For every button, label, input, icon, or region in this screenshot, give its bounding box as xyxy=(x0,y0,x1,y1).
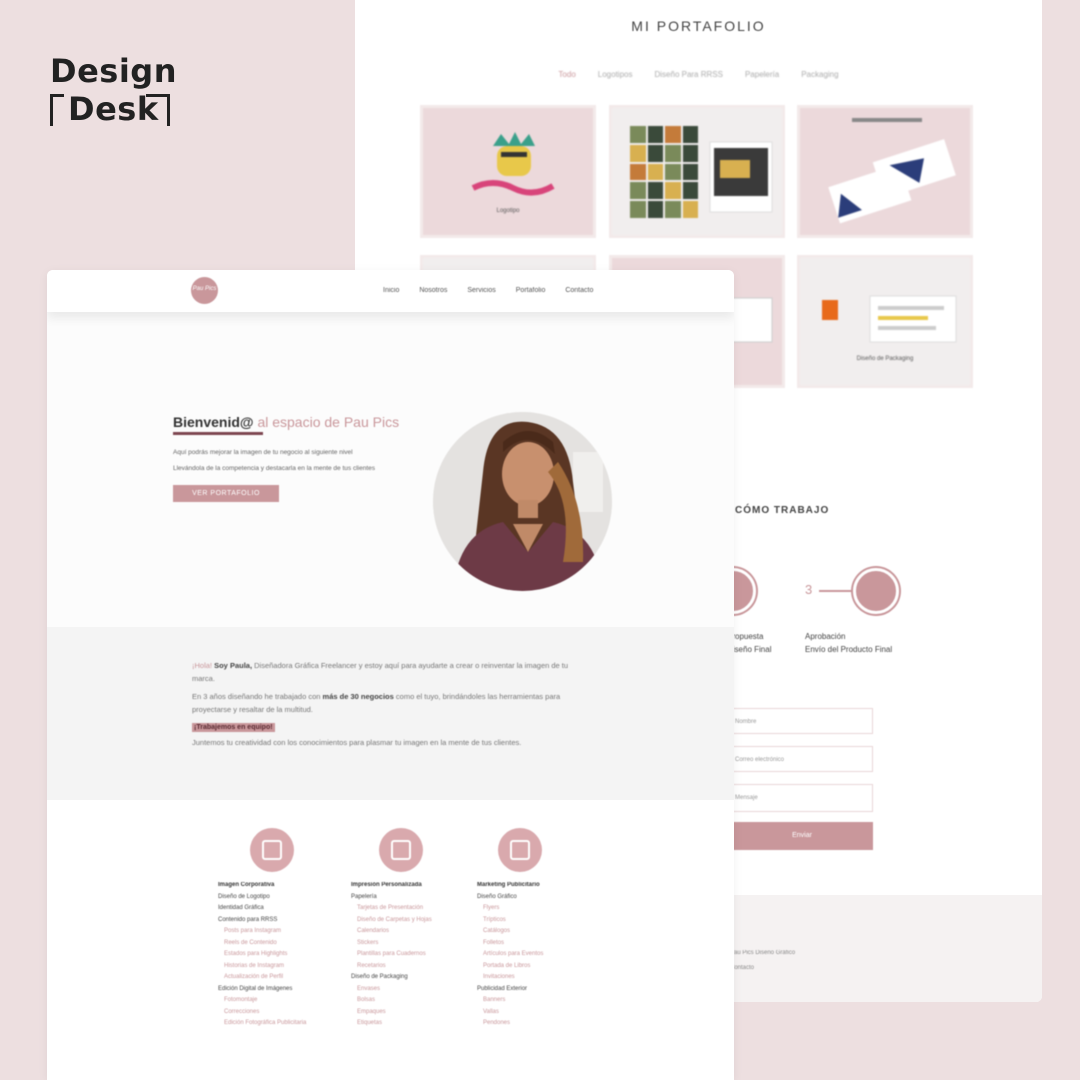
brand-bracket-top-left xyxy=(50,94,64,97)
portfolio-tile-rrss[interactable] xyxy=(609,105,785,238)
pau-pics-logo[interactable]: Pau Pics xyxy=(191,277,218,304)
hero-title-underline xyxy=(173,432,263,435)
about-paragraph-2: En 3 años diseñando he trabajado con más… xyxy=(192,692,561,714)
nav-nosotros[interactable]: Nosotros xyxy=(419,287,447,294)
filter-papeleria[interactable]: Papelería xyxy=(745,70,779,79)
home-nav: Inicio Nosotros Servicios Portafolio Con… xyxy=(383,287,593,294)
nav-inicio[interactable]: Inicio xyxy=(383,287,399,294)
service-column-print: Impresión Personalizada Papelería Tarjet… xyxy=(351,882,432,1026)
step-connector xyxy=(819,590,853,592)
step-3-icon xyxy=(853,568,899,614)
tile-caption: Diseño de Packaging xyxy=(856,356,914,362)
portfolio-title: MI PORTAFOLIO xyxy=(631,18,766,34)
brand-line1: Design xyxy=(50,52,177,90)
pineapple-logo-image xyxy=(471,132,555,196)
filter-logotipos[interactable]: Logotipos xyxy=(598,70,633,79)
filter-rrss[interactable]: Diseño Para RRSS xyxy=(654,70,722,79)
business-cards-image xyxy=(828,118,956,224)
hero-text-2: Llevándola de la competencia y destacarl… xyxy=(173,465,375,472)
corporate-image-icon xyxy=(250,828,294,872)
filter-packaging[interactable]: Packaging xyxy=(801,70,838,79)
name-field[interactable]: Nombre xyxy=(731,708,873,734)
portfolio-filter-nav: Todo Logotipos Diseño Para RRSS Papelerí… xyxy=(355,70,1042,79)
logo-text: Pau Pics xyxy=(192,286,217,292)
service-column-corporate: Imagen Corporativa Diseño de Logotipo Id… xyxy=(218,882,307,1026)
nav-servicios[interactable]: Servicios xyxy=(467,287,495,294)
message-field[interactable]: Mensaje xyxy=(731,784,873,812)
tile-caption: Logotipo xyxy=(496,208,520,214)
view-portfolio-button[interactable]: VER PORTAFOLIO xyxy=(173,485,279,502)
filter-todo[interactable]: Todo xyxy=(558,70,575,79)
team-up-tag: ¡Trabajemos en equipo! xyxy=(192,723,275,732)
design-desk-logo: Design Desk xyxy=(50,52,177,130)
portfolio-tile-logo[interactable]: Logotipo xyxy=(420,105,596,238)
about-section: ¡Hola! Soy Paula, Diseñadora Gráfica Fre… xyxy=(47,627,734,800)
hero-title: Bienvenid@ al espacio de Pau Pics xyxy=(173,414,400,430)
about-paragraph-1: ¡Hola! Soy Paula, Diseñadora Gráfica Fre… xyxy=(192,661,569,683)
submit-button[interactable]: Enviar xyxy=(731,822,873,850)
packaging-image xyxy=(822,295,957,343)
phone-mockup-image xyxy=(709,141,773,213)
brand-line2: Desk xyxy=(68,90,159,128)
portfolio-tile-cards[interactable] xyxy=(797,105,973,238)
step-3-number: 3 xyxy=(805,582,813,597)
portfolio-tile-packaging[interactable]: Diseño de Packaging xyxy=(797,255,973,388)
hero-section: Bienvenid@ al espacio de Pau Pics Aquí p… xyxy=(47,312,734,627)
email-field[interactable]: Correo electrónico xyxy=(731,746,873,772)
footer-line1: Pau Pics Diseño Gráfico xyxy=(730,950,796,956)
service-column-marketing: Marketing Publicitario Diseño Gráfico Fl… xyxy=(477,882,544,1026)
marketing-icon xyxy=(498,828,542,872)
steps-title: CÓMO TRABAJO xyxy=(735,505,830,516)
home-page-mockup: Pau Pics Inicio Nosotros Servicios Porta… xyxy=(47,270,734,1080)
about-paragraph-3: Juntemos tu creatividad con los conocimi… xyxy=(192,738,522,747)
brand-bracket-left xyxy=(50,94,53,126)
home-header: Pau Pics Inicio Nosotros Servicios Porta… xyxy=(47,270,734,312)
profile-portrait xyxy=(433,412,612,591)
brand-bracket-right xyxy=(167,94,170,126)
hero-text-1: Aquí podrás mejorar la imagen de tu nego… xyxy=(173,449,353,456)
step-3-list: Aprobación Envío del Producto Final xyxy=(805,632,893,654)
custom-print-icon xyxy=(379,828,423,872)
nav-contacto[interactable]: Contacto xyxy=(565,287,593,294)
nav-portafolio[interactable]: Portafolio xyxy=(516,287,546,294)
